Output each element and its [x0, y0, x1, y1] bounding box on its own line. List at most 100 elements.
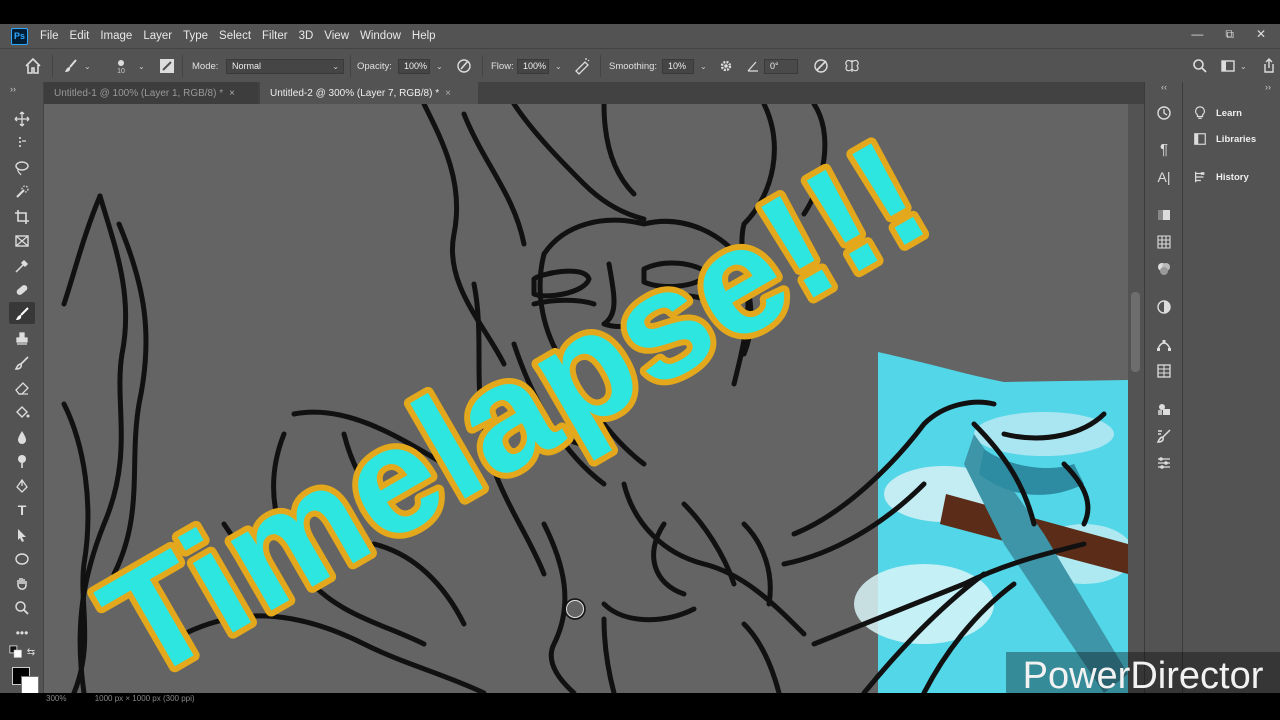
brushes-panel-icon[interactable] [1155, 427, 1173, 445]
menu-file[interactable]: File [40, 30, 59, 42]
panel-libraries[interactable]: Libraries [1193, 132, 1256, 146]
move-icon [14, 111, 30, 127]
panel-history-label: History [1216, 171, 1249, 183]
menu-bar: Ps File Edit Image Layer Type Select Fil… [0, 24, 1280, 48]
scrollbar-thumb[interactable] [1131, 292, 1140, 372]
panel-history[interactable]: History [1193, 170, 1249, 184]
stamp-icon [16, 332, 28, 345]
menu-help[interactable]: Help [412, 30, 436, 42]
brush-cursor [564, 598, 586, 620]
close-icon[interactable]: × [445, 88, 451, 99]
chevron-down-icon[interactable]: ⌄ [555, 62, 562, 71]
lasso-icon [15, 161, 29, 176]
ellipse-tool[interactable] [12, 549, 32, 569]
swap-colors-button[interactable]: ⇆ [25, 646, 37, 658]
menu-type[interactable]: Type [183, 30, 208, 42]
airbrush-toggle[interactable] [573, 49, 591, 83]
menu-window[interactable]: Window [360, 30, 401, 42]
swap-icon: ⇆ [26, 646, 36, 658]
home-button[interactable] [24, 49, 42, 83]
close-window-button[interactable]: ✕ [1256, 27, 1266, 42]
zoom-tool[interactable] [12, 598, 32, 618]
layers-icon[interactable] [1155, 400, 1173, 418]
opacity-label: Opacity: [357, 60, 392, 72]
dodge-icon [18, 455, 26, 468]
collapse-double-arrow-icon[interactable]: ›› [10, 84, 16, 94]
chevron-down-icon[interactable]: ⌄ [138, 62, 145, 71]
workspace-button[interactable]: ⌄ [1220, 49, 1247, 83]
panel-learn[interactable]: Learn [1193, 106, 1242, 120]
frame-tool[interactable] [12, 231, 32, 251]
paths-icon[interactable] [1155, 336, 1173, 354]
share-button[interactable] [1262, 49, 1276, 83]
menu-layer[interactable]: Layer [143, 30, 172, 42]
tab-untitled-2[interactable]: Untitled-2 @ 300% (Layer 7, RGB/8) * × [260, 82, 478, 104]
paint-bucket-tool[interactable] [12, 402, 32, 422]
edit-toolbar-button[interactable]: ••• [12, 623, 32, 643]
color-panel-icon[interactable] [1155, 260, 1173, 278]
search-button[interactable] [1192, 49, 1208, 83]
paragraph-icon[interactable]: ¶ [1155, 140, 1173, 158]
menu-view[interactable]: View [324, 30, 349, 42]
blur-tool[interactable] [12, 427, 32, 447]
pressure-opacity-toggle[interactable] [455, 49, 473, 83]
pressure-size-toggle[interactable] [812, 49, 830, 83]
brush-tool[interactable] [12, 304, 32, 324]
channels-icon[interactable] [1155, 362, 1173, 380]
zoom-level[interactable]: 300% [46, 694, 66, 703]
crop-tool[interactable] [12, 207, 32, 227]
menu-3d[interactable]: 3D [299, 30, 314, 42]
type-tool[interactable]: T [12, 500, 32, 520]
eyedropper-tool[interactable] [12, 256, 32, 276]
gradient-panel-icon[interactable] [1155, 206, 1173, 224]
document-canvas[interactable]: Timelapse!!! [44, 104, 1128, 693]
tab-untitled-1[interactable]: Untitled-1 @ 100% (Layer 1, RGB/8) * × [44, 82, 258, 104]
swatches-icon[interactable] [1155, 233, 1173, 251]
dodge-tool[interactable] [12, 451, 32, 471]
mode-select[interactable]: Normal ⌄ [226, 58, 344, 74]
chevron-down-icon[interactable]: ⌄ [436, 62, 443, 71]
angle-control[interactable] [746, 49, 760, 83]
tool-preset-picker[interactable]: ⌄ [62, 49, 91, 83]
opacity-input[interactable]: 100% [398, 58, 430, 74]
properties-icon[interactable] [1155, 454, 1173, 472]
default-colors-button[interactable] [9, 645, 23, 658]
chevron-down-icon[interactable]: ⌄ [700, 62, 707, 71]
background-color-swatch[interactable] [21, 676, 39, 694]
menu-select[interactable]: Select [219, 30, 251, 42]
brush-settings-toggle[interactable] [158, 49, 176, 83]
clone-stamp-tool[interactable] [12, 329, 32, 349]
healing-brush-tool[interactable] [12, 280, 32, 300]
adjustments-icon[interactable] [1155, 298, 1173, 316]
brush-settings-icon [160, 59, 174, 73]
hand-tool[interactable] [12, 574, 32, 594]
angle-input[interactable]: 0° [764, 58, 798, 74]
marquee-tool[interactable] [12, 133, 32, 153]
character-icon[interactable]: A| [1155, 168, 1173, 186]
lightbulb-icon [1195, 106, 1205, 119]
lasso-tool[interactable] [12, 158, 32, 178]
menu-image[interactable]: Image [100, 30, 132, 42]
brush-size-picker[interactable]: 10 [116, 49, 126, 83]
flow-input[interactable]: 100% [517, 58, 549, 74]
menu-edit[interactable]: Edit [70, 30, 90, 42]
collapse-double-arrow-icon[interactable]: ›› [1259, 82, 1277, 92]
close-icon[interactable]: × [229, 88, 235, 99]
symmetry-button[interactable] [843, 49, 861, 83]
more-icon: ••• [15, 626, 29, 640]
collapse-double-arrow-icon[interactable]: ‹‹ [1155, 82, 1173, 92]
menu-filter[interactable]: Filter [262, 30, 288, 42]
vertical-scrollbar[interactable] [1128, 104, 1144, 693]
eraser-tool[interactable] [12, 378, 32, 398]
smoothing-input[interactable]: 10% [662, 58, 694, 74]
path-selection-tool[interactable] [12, 525, 32, 545]
restore-button[interactable]: ⧉ [1225, 27, 1234, 42]
smoothing-options-button[interactable] [718, 49, 734, 83]
history-brush-tool[interactable] [12, 353, 32, 373]
move-tool[interactable] [12, 109, 32, 129]
minimize-button[interactable]: — [1191, 27, 1203, 42]
history-panel-icon[interactable] [1155, 104, 1173, 122]
pen-tool[interactable] [12, 476, 32, 496]
quick-selection-tool[interactable] [12, 182, 32, 202]
panels-dock: ›› Learn Libraries History [1182, 82, 1280, 693]
